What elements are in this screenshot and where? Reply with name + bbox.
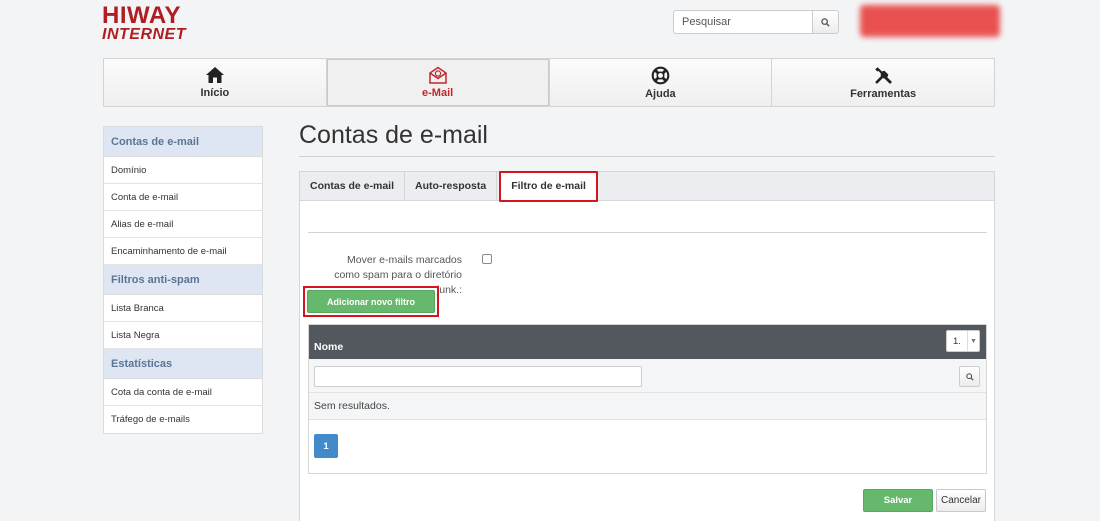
sidebar-item-alias[interactable]: Alias de e-mail [104,211,262,238]
sidebar-item-lista-branca[interactable]: Lista Branca [104,295,262,322]
tab-auto-resposta[interactable]: Auto-resposta [405,172,498,201]
cancel-button[interactable]: Cancelar [936,489,986,512]
add-filter-button[interactable]: Adicionar novo filtro [307,290,435,313]
home-icon [205,67,224,83]
nav-item-email[interactable]: e-Mail [326,59,550,106]
nav-item-inicio[interactable]: Início [104,59,327,106]
spam-junk-checkbox[interactable] [482,254,492,264]
sidebar-item-encaminhamento[interactable]: Encaminhamento de e-mail [104,238,262,265]
sidebar-item-dominio[interactable]: Domínio [104,157,262,184]
save-button[interactable]: Salvar [863,489,933,512]
content-panel: Contas de e-mail Auto-resposta Filtro de… [299,171,995,521]
add-filter-highlight: Adicionar novo filtro [303,286,439,317]
email-icon [428,66,447,84]
sidebar-item-cota[interactable]: Cota da conta de e-mail [104,379,262,406]
sidebar-header-contas: Contas de e-mail [104,127,262,157]
sidebar-item-trafego[interactable]: Tráfego de e-mails [104,406,262,433]
filter-search-button[interactable] [959,366,980,387]
nav-label: Ajuda [645,87,676,100]
user-account-redacted[interactable] [860,5,1000,37]
tab-bar: Contas de e-mail Auto-resposta Filtro de… [300,171,994,202]
per-page-select[interactable]: 1. ▼ [946,330,980,352]
sidebar: Contas de e-mail Domínio Conta de e-mail… [103,126,263,434]
logo-text-internet: INTERNET [102,26,186,43]
logo-text-hiway: HIWAY [102,2,181,29]
name-filter-input[interactable] [314,366,642,387]
sidebar-header-estatisticas: Estatísticas [104,349,262,379]
search-button[interactable] [812,10,839,34]
nav-label: Ferramentas [850,87,917,100]
main-nav: Início e-Mail Ajuda Ferramentas [103,58,995,107]
search-icon [965,372,974,381]
header-search [673,10,839,34]
search-input[interactable] [673,10,812,34]
nav-label: Início [200,87,230,99]
chevron-down-icon: ▼ [967,331,979,351]
pagination-page-1[interactable]: 1 [314,434,338,458]
tab-contas-email[interactable]: Contas de e-mail [300,172,406,201]
lifebuoy-icon [651,66,670,84]
empty-results-text: Sem resultados. [309,393,986,420]
per-page-value: 1. [953,335,961,347]
filters-table: Nome 1. ▼ Sem resultados. 1 [308,324,987,474]
nav-label: e-Mail [422,87,454,99]
tools-icon [874,66,892,84]
logo[interactable]: HIWAY INTERNET [102,4,186,43]
sidebar-item-lista-negra[interactable]: Lista Negra [104,322,262,349]
table-header: Nome 1. ▼ [309,325,986,359]
sidebar-header-filtros: Filtros anti-spam [104,265,262,295]
page-title: Contas de e-mail [299,121,488,149]
column-header-nome[interactable]: Nome [314,341,343,353]
title-divider [299,156,995,157]
table-filter-row [309,359,986,393]
sidebar-item-conta-email[interactable]: Conta de e-mail [104,184,262,211]
nav-item-ferramentas[interactable]: Ferramentas [772,59,994,106]
search-icon [821,17,830,27]
tab-filtro-email[interactable]: Filtro de e-mail [499,171,598,202]
nav-item-ajuda[interactable]: Ajuda [549,59,773,106]
section-divider [308,232,987,233]
